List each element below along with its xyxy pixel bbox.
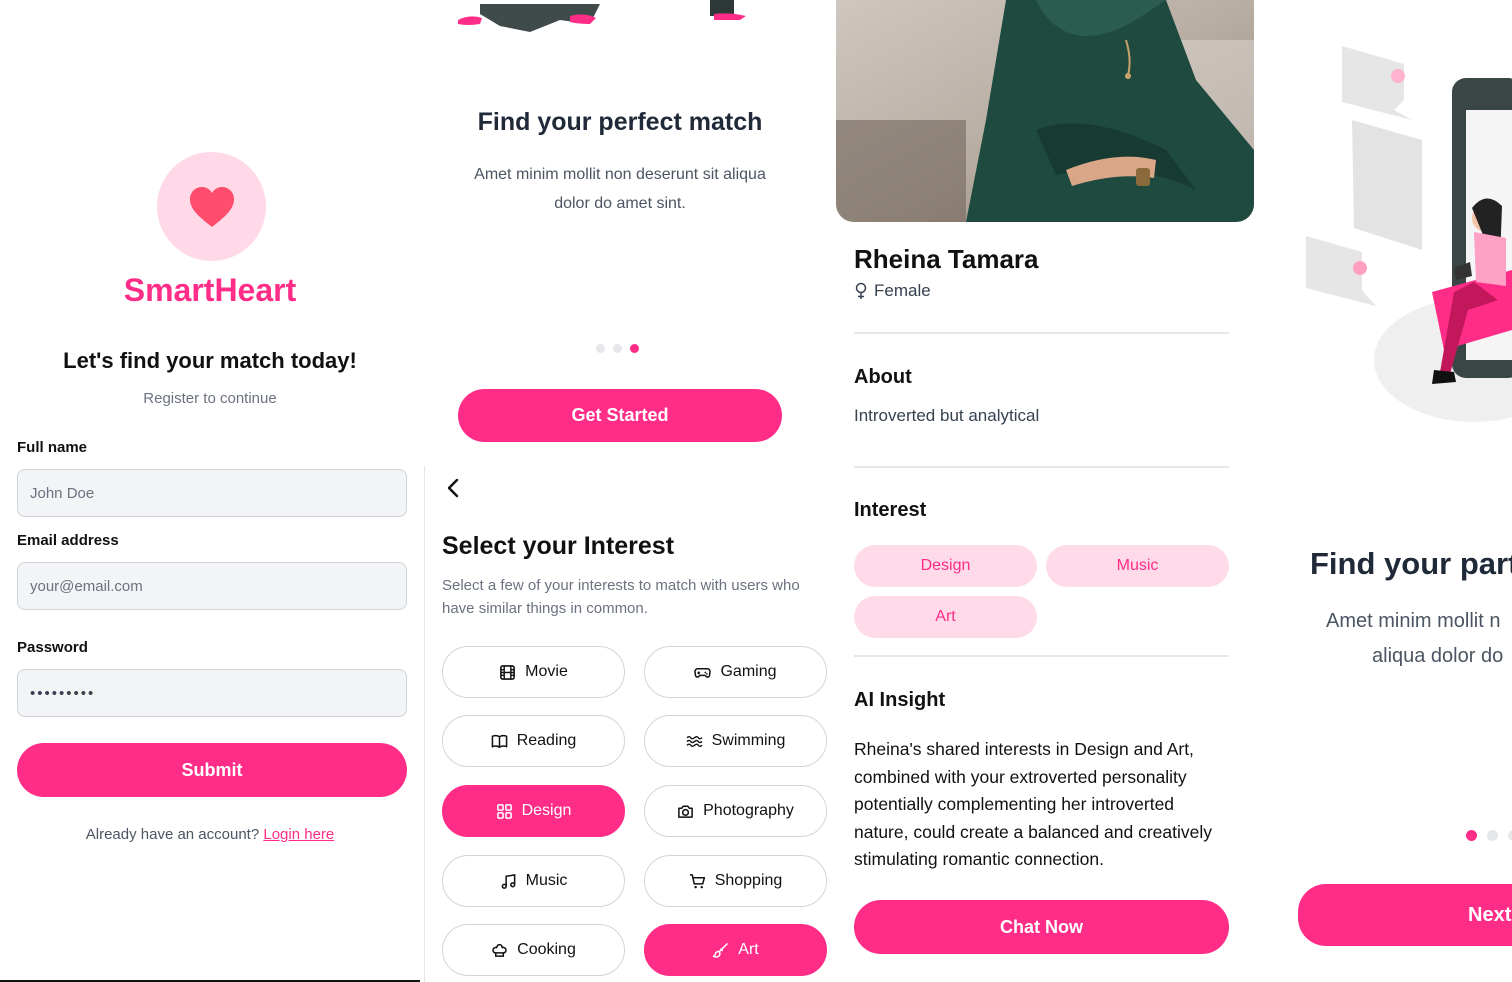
interest-chip-shopping[interactable]: Shopping: [644, 855, 827, 907]
interest-label: Swimming: [711, 732, 786, 749]
interest-heading: Interest: [854, 499, 927, 521]
onboarding-interest-screen: Find your perfect match Amet minim molli…: [420, 0, 836, 982]
gamepad-icon: [694, 667, 712, 678]
gender-label: Female: [874, 281, 931, 300]
next-button[interactable]: Next: [1298, 884, 1512, 946]
full-name-label: Full name: [17, 439, 88, 456]
chevron-left-icon: [447, 478, 459, 498]
chef-hat-icon: [492, 943, 507, 957]
profile-name: Rheina Tamara: [854, 244, 1039, 274]
page-dot[interactable]: [1487, 830, 1498, 841]
panel-divider: [424, 466, 425, 982]
pagination-dots: [596, 344, 639, 353]
interest-label: Art: [738, 941, 759, 958]
profile-gender: Female: [854, 281, 931, 301]
get-started-button[interactable]: Get Started: [458, 389, 782, 442]
chat-now-button[interactable]: Chat Now: [854, 900, 1229, 954]
interest-chip-movie[interactable]: Movie: [442, 646, 625, 698]
interest-tag: Music: [1046, 545, 1229, 587]
interest-label: Shopping: [714, 872, 783, 889]
onboarding-description-line1: Amet minim mollit n: [1326, 610, 1501, 632]
back-button[interactable]: [446, 478, 460, 504]
profile-screen: Rheina Tamara Female About Introverted b…: [836, 0, 1254, 982]
interest-label: Gaming: [720, 663, 777, 680]
password-label: Password: [17, 639, 88, 656]
about-heading: About: [854, 366, 912, 388]
interest-title: Select your Interest: [442, 532, 675, 560]
ai-insight-heading: AI Insight: [854, 689, 946, 711]
onboarding-title: Find your perfect match: [477, 108, 763, 136]
interest-chip-art[interactable]: Art: [644, 924, 827, 976]
divider: [854, 655, 1229, 657]
book-icon: [491, 734, 508, 748]
interest-chip-music[interactable]: Music: [442, 855, 625, 907]
waves-icon: [686, 735, 703, 747]
about-text: Introverted but analytical: [854, 406, 1040, 425]
password-field[interactable]: •••••••••: [17, 669, 407, 717]
interest-chip-swimming[interactable]: Swimming: [644, 715, 827, 767]
divider: [854, 332, 1229, 334]
interest-chip-reading[interactable]: Reading: [442, 715, 625, 767]
login-prompt: Already have an account? Login here: [0, 826, 420, 843]
chat-illustration: [1306, 46, 1512, 422]
interest-label: Cooking: [517, 941, 576, 958]
page-dot[interactable]: [1508, 830, 1512, 841]
grid-icon: [496, 803, 512, 819]
brand-name: SmartHeart: [123, 272, 297, 308]
pagination-dots: [1466, 830, 1512, 841]
female-icon: [855, 282, 867, 299]
interest-subtitle: Select a few of your interests to match …: [442, 577, 800, 617]
interest-tag: Art: [854, 596, 1037, 638]
page-subtitle: Register to continue: [143, 390, 277, 407]
interest-chip-photography[interactable]: Photography: [644, 785, 827, 837]
interest-chip-gaming[interactable]: Gaming: [644, 646, 827, 698]
interest-label: Movie: [525, 663, 568, 680]
interest-chip-design[interactable]: Design: [442, 785, 625, 837]
people-illustration: [458, 0, 746, 32]
page-dot[interactable]: [613, 344, 622, 353]
onboarding-description: Amet minim mollit non deserunt sit aliqu…: [474, 166, 766, 212]
email-field[interactable]: your@email.com: [17, 562, 407, 610]
register-screen: SmartHeart Let's find your match today! …: [0, 0, 420, 982]
film-icon: [500, 664, 516, 680]
page-dot-active[interactable]: [630, 344, 639, 353]
interest-tag: Design: [854, 545, 1037, 587]
login-link[interactable]: Login here: [263, 826, 334, 843]
onboarding-title: Find your part: [1310, 546, 1512, 581]
logo-badge: [157, 152, 266, 261]
brush-icon: [712, 942, 729, 958]
music-icon: [501, 873, 516, 889]
camera-icon: [678, 805, 693, 818]
interest-label: Design: [521, 802, 572, 819]
profile-photo: [836, 0, 1254, 222]
submit-button[interactable]: Submit: [17, 743, 407, 797]
full-name-field[interactable]: John Doe: [17, 469, 407, 517]
interest-label: Music: [525, 872, 568, 889]
page-dot[interactable]: [596, 344, 605, 353]
page-title: Let's find your match today!: [63, 348, 357, 373]
interest-label: Reading: [516, 732, 577, 749]
email-label: Email address: [17, 532, 119, 549]
login-prompt-text: Already have an account?: [85, 826, 260, 843]
divider: [854, 466, 1229, 468]
onboarding-description-line2: aliqua dolor do: [1372, 645, 1504, 667]
page-dot-active[interactable]: [1466, 830, 1477, 841]
interest-chip-cooking[interactable]: Cooking: [442, 924, 625, 976]
interest-label: Photography: [703, 802, 794, 819]
cart-icon: [689, 873, 705, 888]
heart-icon: [189, 186, 234, 227]
onboarding-screen-2: Find your part Amet minim mollit n aliqu…: [1254, 0, 1512, 982]
ai-insight-text: Rheina's shared interests in Design and …: [854, 739, 1213, 869]
